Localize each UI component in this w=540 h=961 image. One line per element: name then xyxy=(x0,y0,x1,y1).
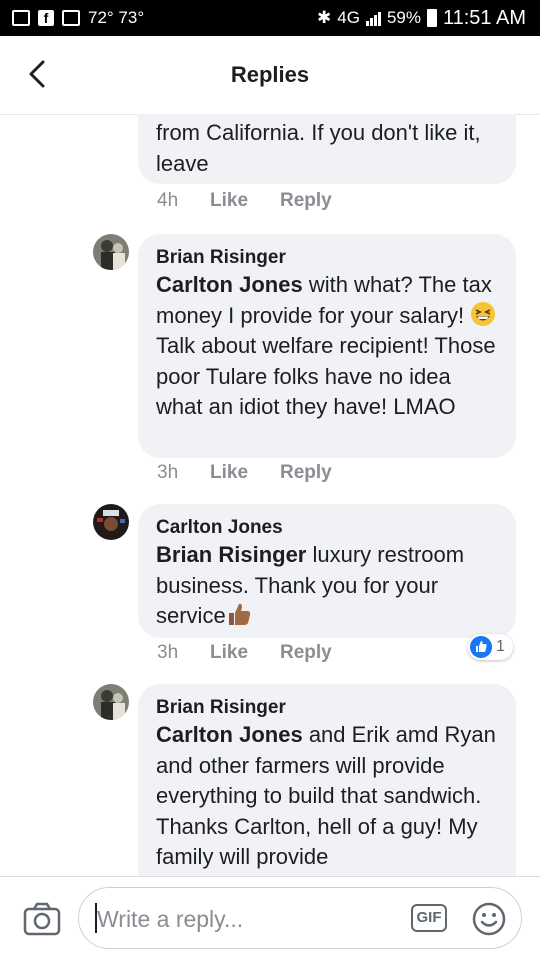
comment-time: 3h xyxy=(157,462,179,483)
text-caret xyxy=(95,903,97,933)
reply-input[interactable] xyxy=(95,902,399,936)
reply-button[interactable]: Reply xyxy=(280,462,332,484)
temperature: 72° 73° xyxy=(88,8,145,27)
comment-bubble: Brian Risinger Carlton Jones and Erik am… xyxy=(138,684,516,876)
clock: 11:51 AM xyxy=(442,6,526,29)
gif-button[interactable]: GIF xyxy=(411,904,447,932)
mention-link[interactable]: Carlton Jones xyxy=(156,272,303,297)
comment-author[interactable]: Brian Risinger xyxy=(156,246,498,270)
comment-text: from California. If you don't like it, l… xyxy=(156,120,481,176)
smiley-icon[interactable] xyxy=(471,901,507,937)
comment-actions: 3h Like Reply xyxy=(157,462,332,484)
comment-bubble: Carlton Jones Brian Risinger luxury rest… xyxy=(138,504,516,638)
comment-bubble: Brian Risinger Carlton Jones with what? … xyxy=(138,234,516,458)
comment-actions: 3h Like Reply xyxy=(157,642,332,664)
avatar[interactable] xyxy=(93,684,129,720)
message-icon xyxy=(12,10,30,26)
network-label: 4G xyxy=(337,8,360,27)
comment-time: 4h xyxy=(157,190,179,211)
comment-text: Carlton Jones with what? The tax money I… xyxy=(156,270,498,423)
reply-composer: GIF xyxy=(0,876,540,961)
facebook-icon: f xyxy=(38,10,54,26)
reaction-count: 1 xyxy=(496,638,505,655)
status-left: f 72° 73° xyxy=(0,8,144,28)
like-reaction-icon xyxy=(470,636,492,658)
reaction-badge[interactable]: 1 xyxy=(468,634,513,660)
reply-input-wrapper: GIF xyxy=(78,887,522,949)
comment-body-continued: Talk about welfare recipient! Those poor… xyxy=(156,333,496,419)
gallery-icon xyxy=(62,10,80,26)
status-right: ✱ 4G 59% 11:51 AM xyxy=(317,7,540,30)
comment-author[interactable]: Carlton Jones xyxy=(156,516,498,540)
comment-actions: 4h Like Reply xyxy=(157,190,332,212)
page-title: Replies xyxy=(230,62,310,87)
avatar[interactable] xyxy=(93,504,129,540)
signal-icon xyxy=(365,10,381,26)
like-button[interactable]: Like xyxy=(210,190,280,212)
bluetooth-icon: ✱ xyxy=(317,8,332,27)
grinning-squinting-face-icon xyxy=(471,301,496,326)
replies-feed[interactable]: from California. If you don't like it, l… xyxy=(0,114,540,876)
like-button[interactable]: Like xyxy=(210,642,280,664)
mention-link[interactable]: Carlton Jones xyxy=(156,722,303,747)
battery-percent: 59% xyxy=(386,8,421,27)
comment-text: Carlton Jones and Erik amd Ryan and othe… xyxy=(156,720,498,873)
battery-icon xyxy=(426,9,437,27)
like-button[interactable]: Like xyxy=(210,462,280,484)
status-bar: f 72° 73° ✱ 4G 59% 11:51 AM xyxy=(0,0,540,36)
app-bar: Replies xyxy=(0,36,540,115)
camera-icon[interactable] xyxy=(22,899,62,939)
reply-button[interactable]: Reply xyxy=(280,190,332,212)
mention-link[interactable]: Brian Risinger xyxy=(156,542,306,567)
reply-button[interactable]: Reply xyxy=(280,642,332,664)
comment-text: Brian Risinger luxury restroom business.… xyxy=(156,540,498,632)
comment-time: 3h xyxy=(157,642,179,663)
comment-author[interactable]: Brian Risinger xyxy=(156,696,498,720)
comment-bubble: from California. If you don't like it, l… xyxy=(138,114,516,184)
thumbs-up-icon xyxy=(228,603,250,625)
avatar[interactable] xyxy=(93,234,129,270)
